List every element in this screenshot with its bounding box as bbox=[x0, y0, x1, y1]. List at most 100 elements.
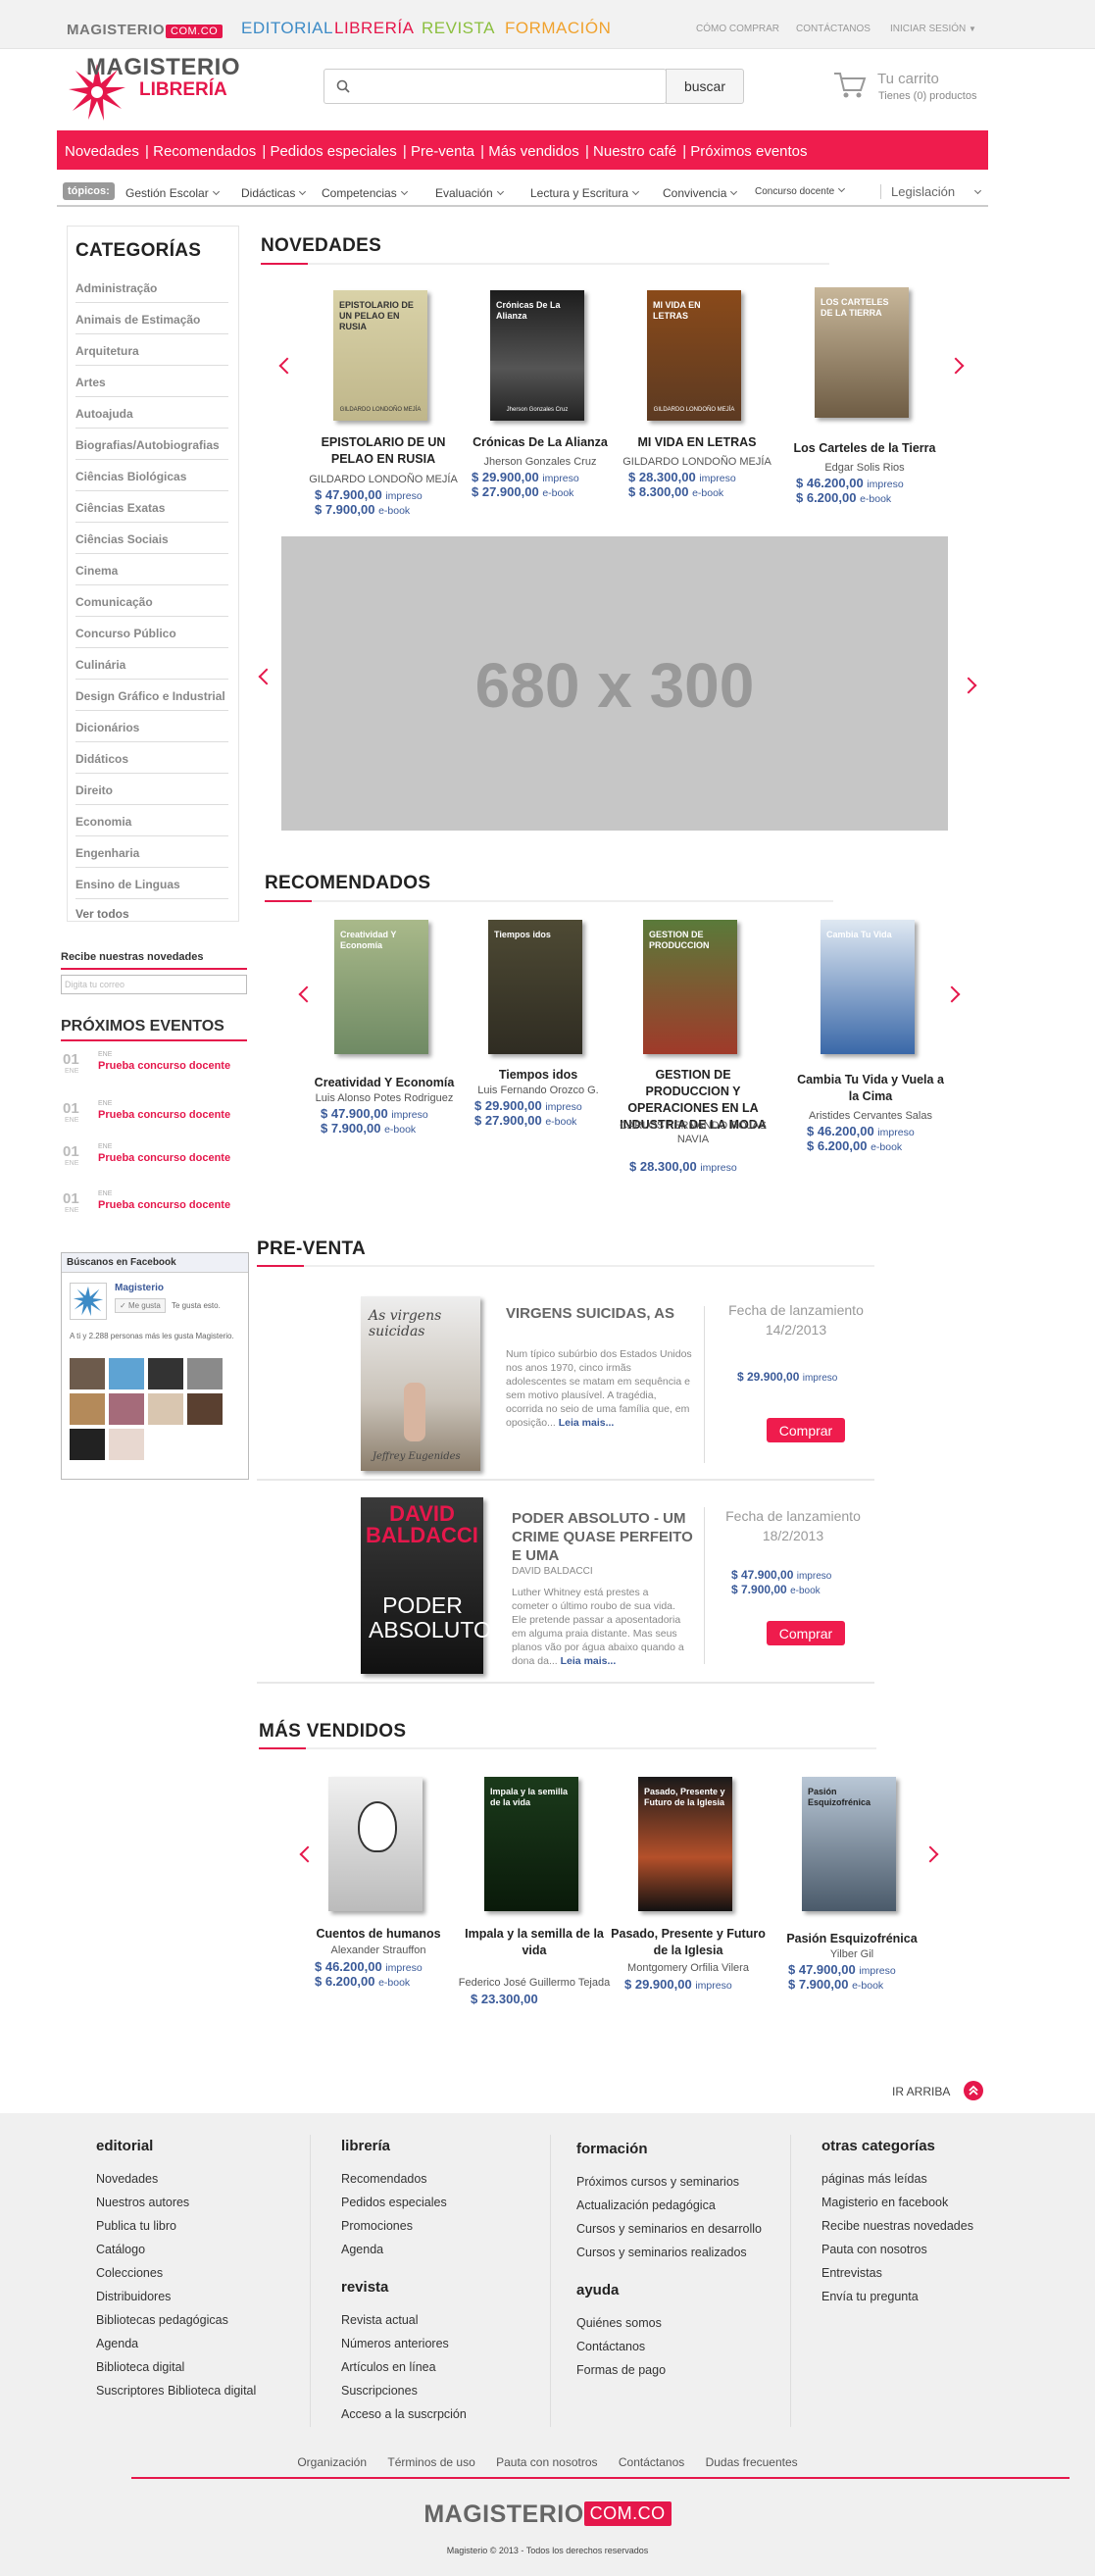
topic-evaluacion[interactable]: Evaluación bbox=[435, 186, 504, 200]
footer-link[interactable]: Biblioteca digital bbox=[96, 2355, 256, 2379]
brand-small-logo[interactable]: MAGISTERIO COM.CO bbox=[67, 22, 224, 38]
book-title[interactable]: MI VIDA EN LETRAS bbox=[618, 434, 776, 451]
facebook-page-name[interactable]: Magisterio bbox=[115, 1283, 164, 1293]
book-card[interactable]: Creatividad Y Economía Creatividad Y Econ… bbox=[311, 920, 458, 1175]
book-title[interactable]: Los Carteles de la Tierra bbox=[785, 440, 944, 457]
sidebar-category[interactable]: Arquitetura bbox=[75, 334, 228, 366]
sidebar-category[interactable]: Ciências Exatas bbox=[75, 491, 228, 523]
newsletter-email-field[interactable]: Digita tu correo bbox=[61, 975, 247, 994]
topic-gestion[interactable]: Gestión Escolar bbox=[125, 186, 220, 200]
search-input[interactable] bbox=[324, 69, 667, 104]
read-more-link[interactable]: Leia mais... bbox=[561, 1655, 617, 1667]
buy-button[interactable]: Comprar bbox=[767, 1621, 845, 1645]
nav-recomendados[interactable]: Recomendados bbox=[153, 143, 256, 160]
footer-link-pauta[interactable]: Pauta con nosotros bbox=[496, 2455, 597, 2469]
fan-avatar[interactable] bbox=[70, 1358, 105, 1389]
carousel-next-arrow[interactable] bbox=[943, 985, 961, 1003]
event-item[interactable]: 01 ENE ENE Prueba concurso docente bbox=[61, 1051, 247, 1090]
sidebar-category[interactable]: Economia bbox=[75, 805, 228, 836]
footer-link[interactable]: Promociones bbox=[341, 2214, 467, 2238]
book-card[interactable]: GESTION DE PRODUCCION GESTION DE PRODUCCI… bbox=[620, 920, 767, 1175]
event-name[interactable]: Prueba concurso docente bbox=[98, 1109, 230, 1121]
book-cover[interactable]: EPISTOLARIO DE UN PELAO EN RUSIA GILDARDO… bbox=[333, 290, 427, 421]
fan-avatar[interactable] bbox=[109, 1393, 144, 1425]
contactanos-link[interactable]: CONTÁCTANOS bbox=[796, 24, 871, 34]
book-title[interactable]: Tiempos idos bbox=[459, 1067, 618, 1084]
footer-link[interactable]: Colecciones bbox=[96, 2261, 256, 2285]
topic-didacticas[interactable]: Didácticas bbox=[241, 186, 307, 200]
footer-link[interactable]: Números anteriores bbox=[341, 2332, 467, 2355]
footer-link[interactable]: Publica tu libro bbox=[96, 2214, 256, 2238]
product-title[interactable]: PODER ABSOLUTO - UM CRIME QUASE PERFEITO… bbox=[512, 1509, 698, 1565]
banner-next-arrow[interactable] bbox=[960, 677, 977, 694]
footer-link[interactable]: Novedades bbox=[96, 2167, 256, 2191]
fan-avatar[interactable] bbox=[148, 1393, 183, 1425]
book-card[interactable]: EPISTOLARIO DE UN PELAO EN RUSIA GILDARDO… bbox=[309, 290, 458, 545]
book-cover[interactable]: Tiempos idos bbox=[488, 920, 582, 1054]
nav-cafe[interactable]: Nuestro café bbox=[593, 143, 676, 160]
topic-convivencia[interactable]: Convivencia bbox=[663, 186, 738, 200]
sidebar-category[interactable]: Direito bbox=[75, 774, 228, 805]
sidebar-category[interactable]: Ciências Biológicas bbox=[75, 460, 228, 491]
book-cover[interactable]: MI VIDA EN LETRAS GILDARDO LONDOÑO MEJÍA bbox=[647, 290, 741, 421]
book-cover[interactable]: Pasión Esquizofrénica bbox=[802, 1777, 896, 1911]
buy-button[interactable]: Comprar bbox=[767, 1418, 845, 1442]
footer-link[interactable]: Envía tu pregunta bbox=[821, 2285, 973, 2308]
fan-avatar[interactable] bbox=[70, 1393, 105, 1425]
fan-avatar[interactable] bbox=[187, 1393, 223, 1425]
facebook-page-avatar[interactable] bbox=[70, 1283, 107, 1320]
footer-link[interactable]: Entrevistas bbox=[821, 2261, 973, 2285]
event-item[interactable]: 01 ENE ENE Prueba concurso docente bbox=[61, 1100, 247, 1139]
fan-avatar[interactable] bbox=[109, 1358, 144, 1389]
book-title[interactable]: Crónicas De La Alianza bbox=[461, 434, 620, 451]
book-title[interactable]: Cuentos de humanos bbox=[299, 1926, 458, 1943]
book-title[interactable]: Pasado, Presente y Futuro de la Iglesia bbox=[609, 1926, 768, 1959]
sidebar-category[interactable]: Cinema bbox=[75, 554, 228, 585]
product-title[interactable]: VIRGENS SUICIDAS, AS bbox=[506, 1304, 682, 1323]
footer-link-dudas[interactable]: Dudas frecuentes bbox=[706, 2455, 798, 2469]
footer-link[interactable]: Pedidos especiales bbox=[341, 2191, 467, 2214]
book-card[interactable]: Tiempos idos Tiempos idos Luis Fernando Or… bbox=[465, 920, 612, 1175]
topic-lectura[interactable]: Lectura y Escritura bbox=[530, 186, 640, 200]
topnav-formacion[interactable]: FORMACIÓN bbox=[505, 19, 611, 38]
back-to-top[interactable]: IR ARRIBA bbox=[892, 2081, 983, 2100]
book-cover[interactable]: Pasado, Presente y Futuro de la Iglesia bbox=[638, 1777, 732, 1911]
book-cover[interactable]: GESTION DE PRODUCCION bbox=[643, 920, 737, 1054]
footer-link[interactable]: Agenda bbox=[341, 2238, 467, 2261]
cart[interactable]: Tu carrito Tienes (0) productos bbox=[833, 69, 990, 108]
sidebar-category[interactable]: Culinária bbox=[75, 648, 228, 680]
sidebar-category[interactable]: Didáticos bbox=[75, 742, 228, 774]
sidebar-category[interactable]: Engenharia bbox=[75, 836, 228, 868]
fan-avatar[interactable] bbox=[70, 1429, 105, 1460]
sidebar-category[interactable]: Artes bbox=[75, 366, 228, 397]
facebook-like-button[interactable]: ✓ Me gusta bbox=[115, 1298, 166, 1313]
sidebar-category[interactable]: Biografias/Autobiografias bbox=[75, 429, 228, 460]
book-cover[interactable]: As virgens suicidas Jeffrey Eugenides bbox=[361, 1296, 480, 1471]
fan-avatar[interactable] bbox=[148, 1358, 183, 1389]
fan-avatar[interactable] bbox=[187, 1358, 223, 1389]
footer-link[interactable]: Magisterio en facebook bbox=[821, 2191, 973, 2214]
topic-legislacion[interactable]: Legislación bbox=[880, 184, 984, 199]
nav-pedidos[interactable]: Pedidos especiales bbox=[270, 143, 396, 160]
topnav-editorial[interactable]: EDITORIAL bbox=[241, 19, 333, 38]
sidebar-category[interactable]: Concurso Público bbox=[75, 617, 228, 648]
book-card[interactable]: Pasado, Presente y Futuro de la Iglesia P… bbox=[611, 1777, 766, 2032]
read-more-link[interactable]: Leia mais... bbox=[559, 1417, 615, 1429]
topnav-revista[interactable]: REVISTA bbox=[422, 19, 495, 38]
banner-prev-arrow[interactable] bbox=[258, 668, 275, 685]
sidebar-category[interactable]: Design Gráfico e Industrial bbox=[75, 680, 228, 711]
footer-link-organizacion[interactable]: Organización bbox=[297, 2455, 367, 2469]
sidebar-category[interactable]: Administração bbox=[75, 272, 228, 303]
footer-link-contactanos[interactable]: Contáctanos bbox=[619, 2455, 684, 2469]
footer-link[interactable]: Suscripciones bbox=[341, 2379, 467, 2402]
footer-link[interactable]: Pauta con nosotros bbox=[821, 2238, 973, 2261]
footer-link[interactable]: Cursos y seminarios en desarrollo bbox=[576, 2217, 762, 2241]
footer-link[interactable]: Cursos y seminarios realizados bbox=[576, 2241, 762, 2264]
footer-link[interactable]: Catálogo bbox=[96, 2238, 256, 2261]
footer-link[interactable]: Quiénes somos bbox=[576, 2311, 762, 2335]
footer-logo[interactable]: MAGISTERIO COM.CO bbox=[0, 2500, 1095, 2529]
carousel-next-arrow[interactable] bbox=[947, 357, 965, 375]
footer-link[interactable]: Distribuidores bbox=[96, 2285, 256, 2308]
sidebar-category[interactable]: Dicionários bbox=[75, 711, 228, 742]
book-cover[interactable]: Cambia Tu Vida bbox=[821, 920, 915, 1054]
